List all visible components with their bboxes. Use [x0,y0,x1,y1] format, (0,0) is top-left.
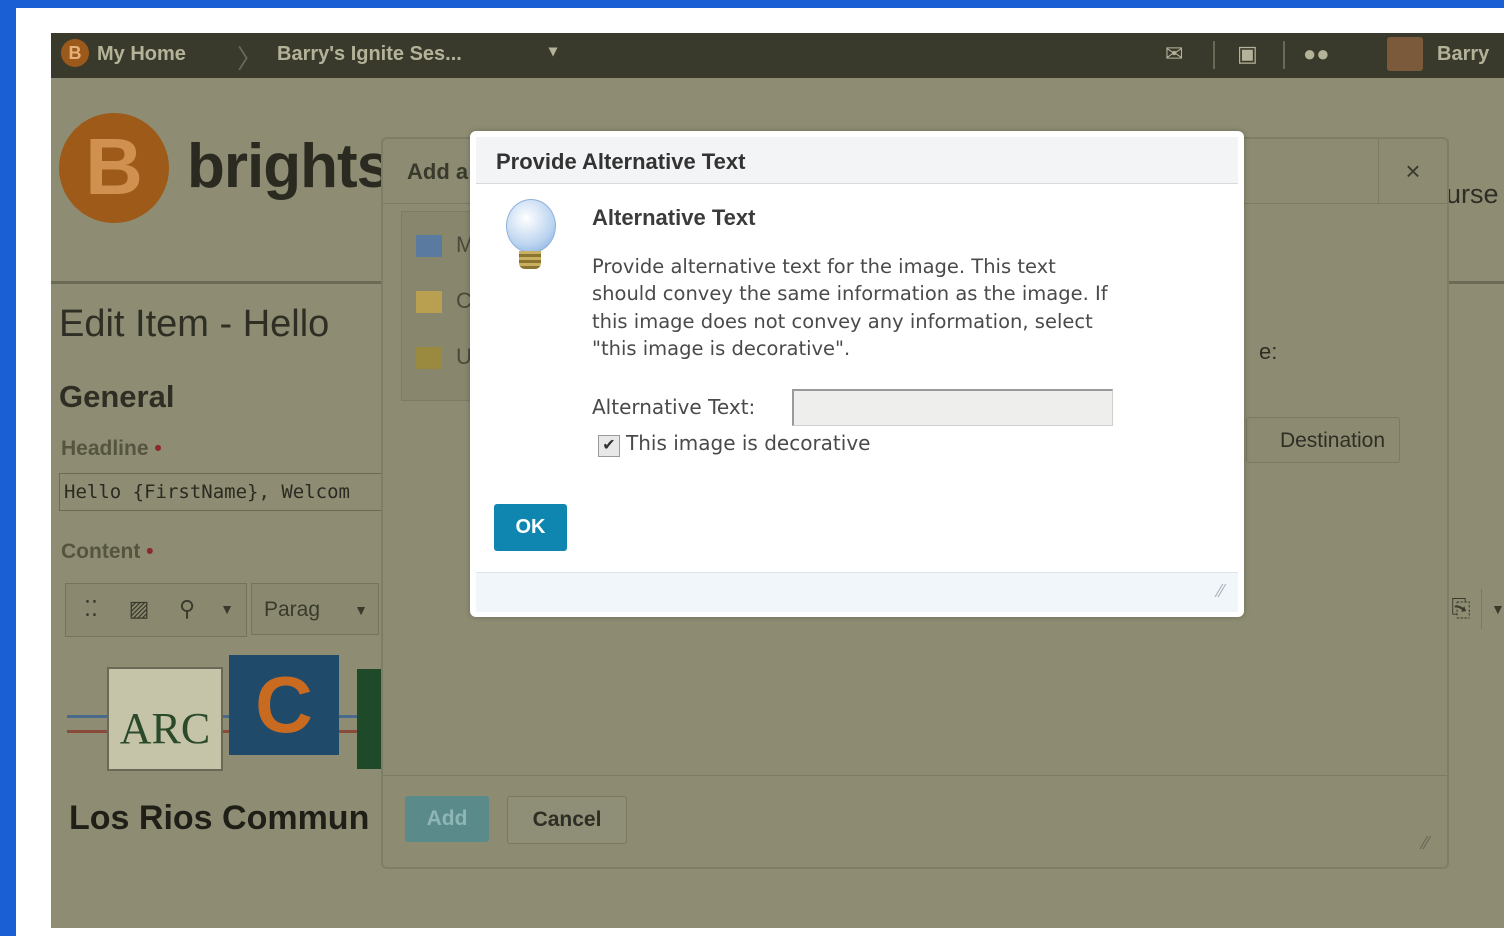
editor-toolbar: ⁚⁚ ▨ ⚲ ▼ [65,583,247,637]
url-icon [416,347,442,370]
chevron-down-icon: ▼ [354,602,368,618]
decorative-checkbox[interactable]: ✔ [598,435,620,457]
insert-stuff-icon[interactable]: ⁚⁚ [74,592,108,626]
user-name[interactable]: Barry [1437,43,1489,66]
alt-text-input[interactable] [792,389,1113,426]
nav-divider [1283,41,1285,69]
message-icon[interactable]: ✉ [1165,41,1183,67]
alt-text-heading: Alternative Text [592,205,756,230]
bulb-base [519,251,541,269]
screenshot-frame: B My Home 〉 Barry's Ignite Ses... ▾ ✉ ▣ … [16,8,1504,936]
my-home-link[interactable]: My Home [97,43,186,66]
divider [1446,281,1504,284]
top-navbar: B My Home 〉 Barry's Ignite Ses... ▾ ✉ ▣ … [51,33,1504,78]
insert-link-icon[interactable]: ⚲ [170,592,204,626]
college-logos-image: ARC C [67,655,397,775]
modal-header: Provide Alternative Text [476,137,1238,184]
resize-grip-icon[interactable]: ⁄⁄ [1218,581,1224,602]
resize-grip-icon[interactable]: ⁄⁄ [1423,833,1429,854]
modal-title: Provide Alternative Text [496,149,746,174]
updates-icon[interactable]: ●● [1303,41,1330,67]
college-name-heading: Los Rios Commun [69,799,370,837]
cancel-button[interactable]: Cancel [507,796,627,844]
logo-letter: B [85,122,143,211]
crc-logo: C [229,655,339,755]
brightspace-logo: B [59,113,169,223]
page-title: Edit Item - Hello [59,303,330,345]
course-text-partial: urse [1446,179,1499,209]
computer-icon [416,235,442,258]
add-dialog-title: Add a [407,159,469,184]
required-marker: • [146,540,154,563]
avatar[interactable] [1387,37,1423,71]
add-dialog-footer: Add Cancel ⁄⁄ [383,775,1447,868]
paste-icon[interactable]: ⎘ [1441,589,1482,629]
ok-button[interactable]: OK [494,504,567,551]
lightbulb-icon [506,199,556,279]
brightspace-logo-icon[interactable]: B [61,39,89,67]
destination-button[interactable]: Destination [1246,417,1400,463]
section-heading-general: General [59,379,175,414]
alt-text-modal: Provide Alternative Text Alternative Tex… [470,131,1244,617]
headline-label: Headline • [61,437,162,461]
headline-input[interactable]: Hello {FirstName}, Welcom [59,473,395,511]
arc-logo: ARC [107,667,223,771]
chevron-down-icon[interactable]: ▼ [210,592,244,626]
chevron-down-icon[interactable]: ▾ [549,41,557,61]
decorative-checkbox-label[interactable]: This image is decorative [626,431,870,455]
field-label-partial: e: [1259,339,1278,364]
chevron-down-icon[interactable]: ▼ [1491,589,1504,629]
brand-name: brights [187,132,391,201]
headline-label-text: Headline [61,437,149,460]
course-selector[interactable]: Barry's Ignite Ses... [277,43,462,66]
bulb-glass [506,199,556,253]
required-marker: • [154,437,162,460]
modal-footer: ⁄⁄ [476,572,1238,612]
breadcrumb-separator-icon: 〉 [237,44,264,74]
subscriptions-icon[interactable]: ▣ [1237,41,1258,67]
content-label-text: Content [61,540,141,563]
content-label: Content • [61,540,154,564]
alt-text-label: Alternative Text: [592,395,756,419]
add-button[interactable]: Add [405,796,489,842]
paragraph-format-select[interactable]: Parag ▼ [251,583,379,635]
insert-image-icon[interactable]: ▨ [122,592,156,626]
close-icon[interactable]: × [1378,139,1447,203]
paragraph-format-value: Parag [264,598,321,621]
folder-icon [416,291,442,314]
divider [51,281,381,284]
nav-divider [1213,41,1215,69]
alt-text-description: Provide alternative text for the image. … [592,255,1108,361]
